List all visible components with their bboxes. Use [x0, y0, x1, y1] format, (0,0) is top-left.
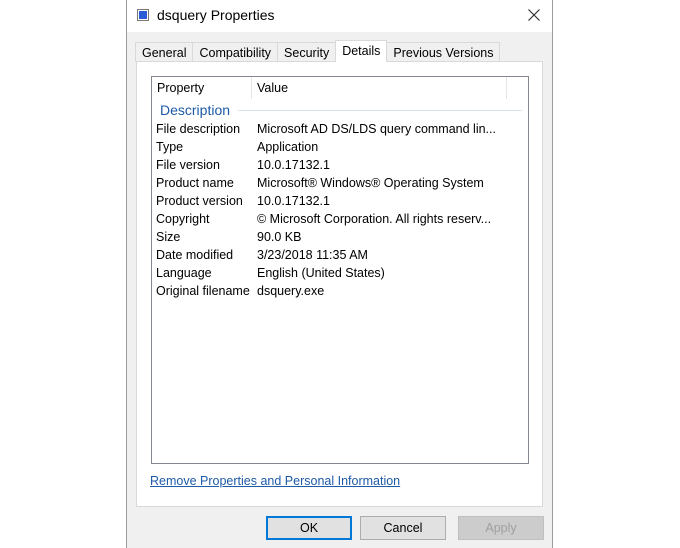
tab-general[interactable]: General	[135, 42, 194, 62]
close-icon	[528, 9, 540, 21]
window-app-icon	[137, 9, 149, 21]
tab-compatibility[interactable]: Compatibility	[192, 42, 279, 62]
close-button[interactable]	[516, 0, 552, 30]
list-item[interactable]: Original filename dsquery.exe	[152, 283, 528, 301]
group-header-description: Description	[160, 101, 522, 119]
list-item[interactable]: Product version 10.0.17132.1	[152, 193, 528, 211]
remove-properties-link[interactable]: Remove Properties and Personal Informati…	[150, 474, 400, 488]
list-item[interactable]: Language English (United States)	[152, 265, 528, 283]
property-value: 3/23/2018 11:35 AM	[257, 248, 368, 262]
list-item[interactable]: Copyright © Microsoft Corporation. All r…	[152, 211, 528, 229]
property-value: 10.0.17132.1	[257, 194, 330, 208]
title-bar: dsquery Properties	[127, 0, 552, 32]
column-header-value[interactable]: Value	[252, 77, 507, 99]
tab-strip: General Compatibility Security Details P…	[135, 40, 501, 62]
list-header: Property Value	[152, 77, 528, 99]
apply-button[interactable]: Apply	[458, 516, 544, 540]
dialog-body: General Compatibility Security Details P…	[127, 32, 552, 548]
window-title: dsquery Properties	[157, 7, 275, 23]
property-value: Application	[257, 140, 319, 154]
tab-previous-versions[interactable]: Previous Versions	[386, 42, 501, 62]
cancel-button[interactable]: Cancel	[360, 516, 446, 540]
details-panel: Property Value Description File descript…	[136, 61, 543, 507]
list-item[interactable]: File version 10.0.17132.1	[152, 157, 528, 175]
property-name: Copyright	[156, 212, 210, 226]
property-value: 90.0 KB	[257, 230, 302, 244]
group-label: Description	[160, 102, 231, 118]
property-value: Microsoft AD DS/LDS query command lin...	[257, 122, 496, 136]
list-item[interactable]: Size 90.0 KB	[152, 229, 528, 247]
property-name: Product version	[156, 194, 243, 208]
property-name: Date modified	[156, 248, 234, 262]
property-name: Size	[156, 230, 181, 244]
tab-security[interactable]: Security	[277, 42, 337, 62]
property-rows: File description Microsoft AD DS/LDS que…	[152, 121, 528, 301]
property-name: File description	[156, 122, 241, 136]
list-item[interactable]: Date modified 3/23/2018 11:35 AM	[152, 247, 528, 265]
property-name: Type	[156, 140, 184, 154]
property-name: Original filename	[156, 284, 250, 298]
list-item[interactable]: Type Application	[152, 139, 528, 157]
list-item[interactable]: File description Microsoft AD DS/LDS que…	[152, 121, 528, 139]
property-name: File version	[156, 158, 220, 172]
tab-details[interactable]: Details	[335, 40, 388, 62]
property-value: dsquery.exe	[257, 284, 325, 298]
property-name: Language	[156, 266, 212, 280]
property-value: English (United States)	[257, 266, 385, 280]
list-item[interactable]: Product name Microsoft® Windows® Operati…	[152, 175, 528, 193]
column-header-property[interactable]: Property	[152, 77, 252, 99]
properties-dialog: dsquery Properties General Compatibility…	[126, 0, 553, 548]
property-value: Microsoft® Windows® Operating System	[257, 176, 484, 190]
property-value: © Microsoft Corporation. All rights rese…	[257, 212, 492, 226]
details-listview[interactable]: Property Value Description File descript…	[151, 76, 529, 464]
ok-button[interactable]: OK	[266, 516, 352, 540]
property-value: 10.0.17132.1	[257, 158, 330, 172]
group-divider	[238, 109, 522, 111]
property-name: Product name	[156, 176, 234, 190]
